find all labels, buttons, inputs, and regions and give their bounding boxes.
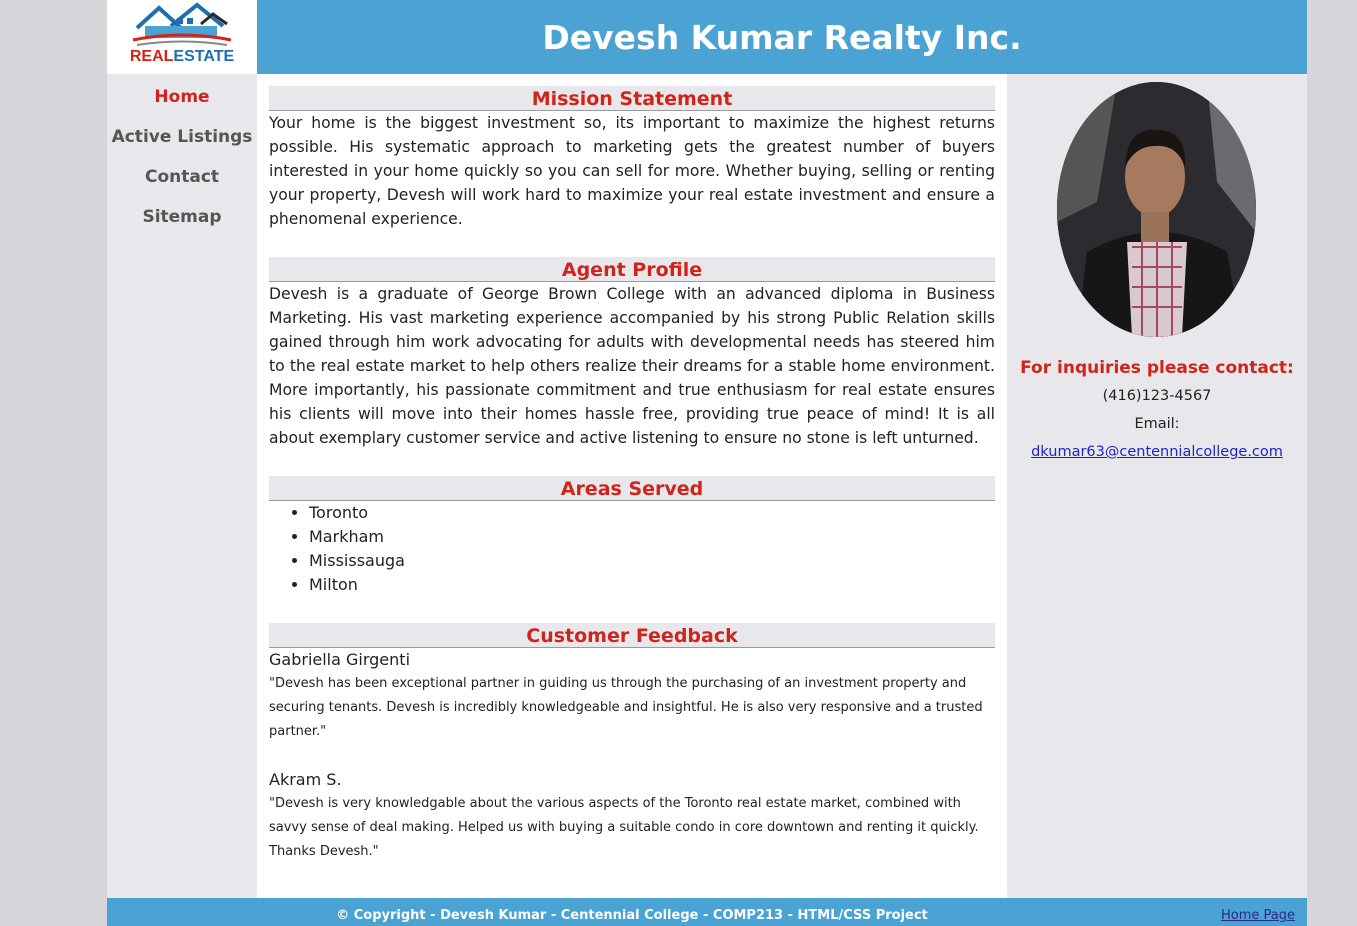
list-item: Markham [309, 525, 995, 549]
logo[interactable]: REALESTATE [107, 0, 257, 74]
feedback-heading: Customer Feedback [269, 623, 995, 648]
contact-phone: (416)123-4567 [1102, 388, 1212, 404]
main-content: Mission Statement Your home is the bigge… [269, 74, 995, 864]
nav-item-contact[interactable]: Contact [107, 156, 257, 196]
feedback-quote: "Devesh is very knowledgable about the v… [269, 796, 979, 859]
contact-sidebar: For inquiries please contact: (416)123-4… [1007, 74, 1307, 898]
profile-text: Devesh is a graduate of George Brown Col… [269, 285, 995, 447]
agent-portrait-icon [1057, 82, 1256, 337]
feedback-author: Akram S. [269, 770, 342, 789]
profile-heading: Agent Profile [269, 257, 995, 282]
logo-wordmark: REALESTATE [107, 48, 257, 66]
page: REALESTATE Devesh Kumar Realty Inc. Home… [107, 0, 1307, 926]
site-footer: © Copyright - Devesh Kumar - Centennial … [107, 898, 1307, 926]
list-item: Milton [309, 573, 995, 597]
footer-home-link[interactable]: Home Page [1221, 908, 1295, 923]
agent-photo [1057, 82, 1256, 337]
footer-copyright: © Copyright - Devesh Kumar - Centennial … [336, 908, 928, 923]
nav-item-home[interactable]: Home [107, 76, 257, 116]
site-title: Devesh Kumar Realty Inc. [542, 17, 1022, 57]
nav-item-sitemap[interactable]: Sitemap [107, 196, 257, 236]
contact-email-row: dkumar63@centennialcollege.com [1007, 444, 1307, 460]
mission-heading: Mission Statement [269, 86, 995, 111]
contact-heading: For inquiries please contact: [1020, 358, 1294, 378]
site-header: Devesh Kumar Realty Inc. [257, 0, 1307, 74]
feedback-quote: "Devesh has been exceptional partner in … [269, 676, 983, 739]
list-item: Mississauga [309, 549, 995, 573]
email-link[interactable]: dkumar63@centennialcollege.com [1031, 444, 1283, 460]
sidebar-nav: Home Active Listings Contact Sitemap [107, 74, 257, 898]
logo-text-estate: ESTATE [173, 48, 235, 65]
areas-heading: Areas Served [269, 476, 995, 501]
mission-text: Your home is the biggest investment so, … [269, 114, 995, 228]
logo-text-real: REAL [129, 48, 174, 65]
contact-email-label: Email: [1134, 416, 1180, 432]
nav-item-active-listings[interactable]: Active Listings [107, 116, 257, 156]
list-item: Toronto [309, 501, 995, 525]
areas-list: Toronto Markham Mississauga Milton [269, 501, 995, 597]
feedback-author: Gabriella Girgenti [269, 650, 411, 669]
